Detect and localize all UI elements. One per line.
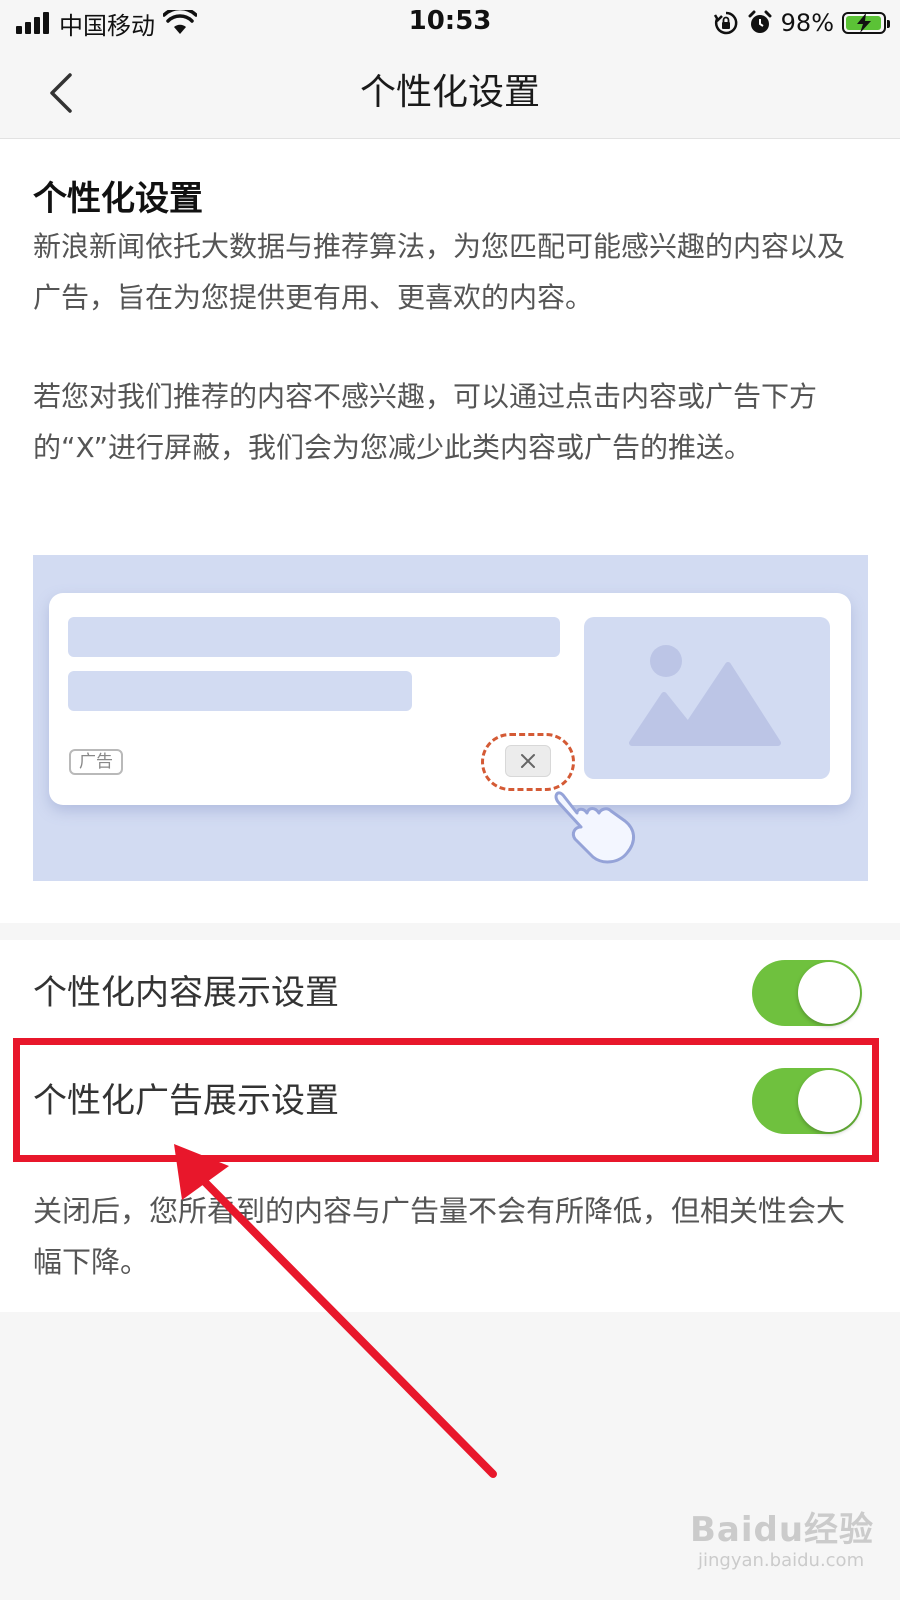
- sample-ad-card: 广告: [49, 593, 851, 805]
- alarm-icon: [748, 10, 772, 33]
- image-placeholder-icon: [584, 617, 830, 779]
- status-right: 98%: [713, 8, 890, 38]
- placeholder-line: [68, 617, 560, 657]
- pointing-hand-icon: [554, 791, 635, 864]
- setting-row-personalized-content: 个性化内容展示设置: [0, 940, 900, 1048]
- watermark-url: jingyan.baidu.com: [698, 1550, 865, 1571]
- intro-paragraph-1: 新浪新闻依托大数据与推荐算法，为您匹配可能感兴趣的内容以及广告，旨在为您提供更有…: [33, 230, 846, 314]
- personalized-content-toggle[interactable]: [752, 960, 862, 1026]
- placeholder-line: [68, 671, 412, 711]
- battery-charging-icon: [842, 12, 890, 34]
- section-title: 个性化设置: [33, 179, 203, 219]
- nav-bar: 个性化设置: [0, 48, 900, 139]
- close-icon: [505, 745, 551, 777]
- ad-badge: 广告: [69, 749, 123, 775]
- intro-card: 个性化设置 新浪新闻依托大数据与推荐算法，为您匹配可能感兴趣的内容以及广告，旨在…: [0, 139, 900, 923]
- watermark-brand: Baidu经验: [690, 1510, 875, 1550]
- settings-note: 关闭后，您所看到的内容与广告量不会有所降低，但相关性会大幅下降。: [33, 1194, 846, 1279]
- battery-percent: 98%: [780, 9, 834, 37]
- setting-label: 个性化内容展示设置: [33, 973, 339, 1013]
- ad-illustration: 广告: [33, 555, 868, 881]
- status-bar: 中国移动 10:53 98%: [0, 0, 900, 48]
- rotation-lock-icon: [713, 11, 738, 35]
- annotation-highlight-box: [13, 1038, 879, 1162]
- baidu-jingyan-watermark: Baidu经验 jingyan.baidu.com: [690, 1502, 890, 1582]
- intro-paragraph-2: 若您对我们推荐的内容不感兴趣，可以通过点击内容或广告下方的“X”进行屏蔽，我们会…: [33, 380, 818, 464]
- page-title: 个性化设置: [359, 72, 540, 113]
